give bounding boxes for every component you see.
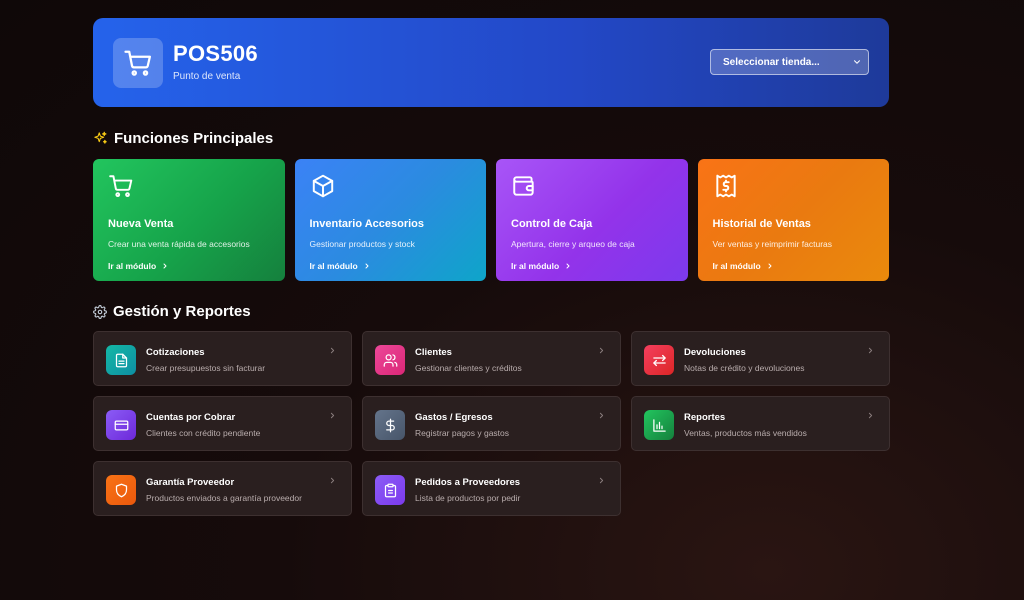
card-pedidos-proveedores[interactable]: Pedidos a Proveedores Lista de productos… <box>362 461 621 516</box>
card-desc: Clientes con crédito pendiente <box>146 428 261 438</box>
card-clientes[interactable]: Clientes Gestionar clientes y créditos <box>362 331 621 386</box>
store-select[interactable]: Seleccionar tienda... <box>710 49 869 75</box>
feature-link[interactable]: Ir al módulo <box>511 261 673 271</box>
card-desc: Productos enviados a garantía proveedor <box>146 493 302 503</box>
section-main-functions: Funciones Principales <box>93 130 889 147</box>
card-desc: Gestionar clientes y créditos <box>415 363 522 373</box>
card-desc: Registrar pagos y gastos <box>415 428 510 438</box>
section-title-text: Gestión y Reportes <box>113 303 251 320</box>
feature-desc: Crear una venta rápida de accesorios <box>108 239 250 249</box>
shopping-cart-icon <box>124 50 151 76</box>
card-title: Cotizaciones <box>146 347 205 358</box>
card-title: Reportes <box>684 412 726 423</box>
card-icon-box <box>106 410 136 440</box>
chevron-right-icon <box>768 263 772 269</box>
wallet-icon <box>513 176 534 196</box>
app-subtitle: Punto de venta <box>173 71 241 82</box>
card-icon-box <box>375 475 405 505</box>
feature-card-historial[interactable]: Historial de Ventas Ver ventas y reimpri… <box>697 159 889 281</box>
app-header: POS506 Punto de venta Seleccionar tienda… <box>93 18 889 107</box>
card-cuentas-por-cobrar[interactable]: Cuentas por Cobrar Clientes con crédito … <box>93 396 352 451</box>
feature-desc: Gestionar productos y stock <box>309 239 415 249</box>
users-icon <box>383 353 397 367</box>
card-desc: Ventas, productos más vendidos <box>684 428 807 438</box>
feature-link-label: Ir al módulo <box>511 261 560 271</box>
receipt-icon <box>715 174 736 198</box>
chevron-right-icon <box>599 477 604 484</box>
feature-title: Control de Caja <box>511 218 593 230</box>
feature-link-label: Ir al módulo <box>309 261 358 271</box>
dollar-icon <box>385 418 395 432</box>
card-title: Gastos / Egresos <box>415 412 493 423</box>
card-title: Pedidos a Proveedores <box>415 477 521 488</box>
chevron-right-icon <box>566 263 570 269</box>
feature-title: Inventario Accesorios <box>309 218 425 230</box>
feature-desc: Ver ventas y reimprimir facturas <box>712 239 833 249</box>
card-icon-box <box>375 345 405 375</box>
dashboard: POS506 Punto de venta Seleccionar tienda… <box>93 18 890 516</box>
feature-title: Nueva Venta <box>108 218 174 230</box>
feature-card-control-caja[interactable]: Control de Caja Apertura, cierre y arque… <box>496 159 688 281</box>
card-desc: Notas de crédito y devoluciones <box>684 363 805 373</box>
bar-chart-icon <box>652 418 666 432</box>
feature-link-label: Ir al módulo <box>712 261 761 271</box>
chevron-right-icon <box>163 263 167 269</box>
card-title: Devoluciones <box>684 347 746 358</box>
card-icon-box <box>106 345 136 375</box>
swap-arrows-icon <box>652 354 666 366</box>
card-garantia-proveedor[interactable]: Garantía Proveedor Productos enviados a … <box>93 461 352 516</box>
card-title: Garantía Proveedor <box>146 477 235 488</box>
chevron-right-icon <box>330 412 335 419</box>
feature-link-label: Ir al módulo <box>108 261 157 271</box>
box-icon <box>312 174 333 198</box>
feature-card-nueva-venta[interactable]: Nueva Venta Crear una venta rápida de ac… <box>93 159 285 281</box>
card-cotizaciones[interactable]: Cotizaciones Crear presupuestos sin fact… <box>93 331 352 386</box>
shopping-cart-icon <box>109 175 133 198</box>
clipboard-icon <box>384 483 396 497</box>
chevron-right-icon <box>868 412 873 419</box>
card-devoluciones[interactable]: Devoluciones Notas de crédito y devoluci… <box>631 331 890 386</box>
main-functions: Nueva Venta Crear una venta rápida de ac… <box>93 159 889 281</box>
chevron-down-icon <box>853 60 861 64</box>
card-icon-box <box>375 410 405 440</box>
card-desc: Lista de productos por pedir <box>415 493 521 503</box>
feature-desc: Apertura, cierre y arqueo de caja <box>511 239 635 249</box>
sparkles-icon <box>94 131 107 144</box>
chevron-right-icon <box>365 263 369 269</box>
brand: POS506 Punto de venta <box>173 41 258 83</box>
feature-link[interactable]: Ir al módulo <box>310 261 472 271</box>
document-icon <box>115 353 127 367</box>
credit-card-icon <box>114 420 128 430</box>
chevron-right-icon <box>599 347 604 354</box>
card-icon-box <box>106 475 136 505</box>
feature-link[interactable]: Ir al módulo <box>108 261 270 271</box>
feature-title: Historial de Ventas <box>712 218 811 230</box>
section-title-text: Funciones Principales <box>114 130 274 147</box>
store-select-label: Seleccionar tienda... <box>723 56 820 68</box>
card-gastos-egresos[interactable]: Gastos / Egresos Registrar pagos y gasto… <box>362 396 621 451</box>
logo <box>113 38 163 88</box>
card-reportes[interactable]: Reportes Ventas, productos más vendidos <box>631 396 890 451</box>
shield-icon <box>115 483 127 497</box>
management-grid: Cotizaciones Crear presupuestos sin fact… <box>93 331 890 516</box>
card-title: Clientes <box>415 347 452 358</box>
chevron-right-icon <box>330 347 335 354</box>
gear-icon <box>93 304 107 319</box>
card-desc: Crear presupuestos sin facturar <box>146 363 266 373</box>
section-management-reports: Gestión y Reportes <box>93 303 889 320</box>
card-title: Cuentas por Cobrar <box>146 412 236 423</box>
chevron-right-icon <box>330 477 335 484</box>
card-icon-box <box>644 345 674 375</box>
card-icon-box <box>644 410 674 440</box>
feature-card-inventario[interactable]: Inventario Accesorios Gestionar producto… <box>294 159 486 281</box>
chevron-right-icon <box>599 412 604 419</box>
feature-link[interactable]: Ir al módulo <box>713 261 875 271</box>
chevron-right-icon <box>868 347 873 354</box>
app-title: POS506 <box>173 41 258 66</box>
